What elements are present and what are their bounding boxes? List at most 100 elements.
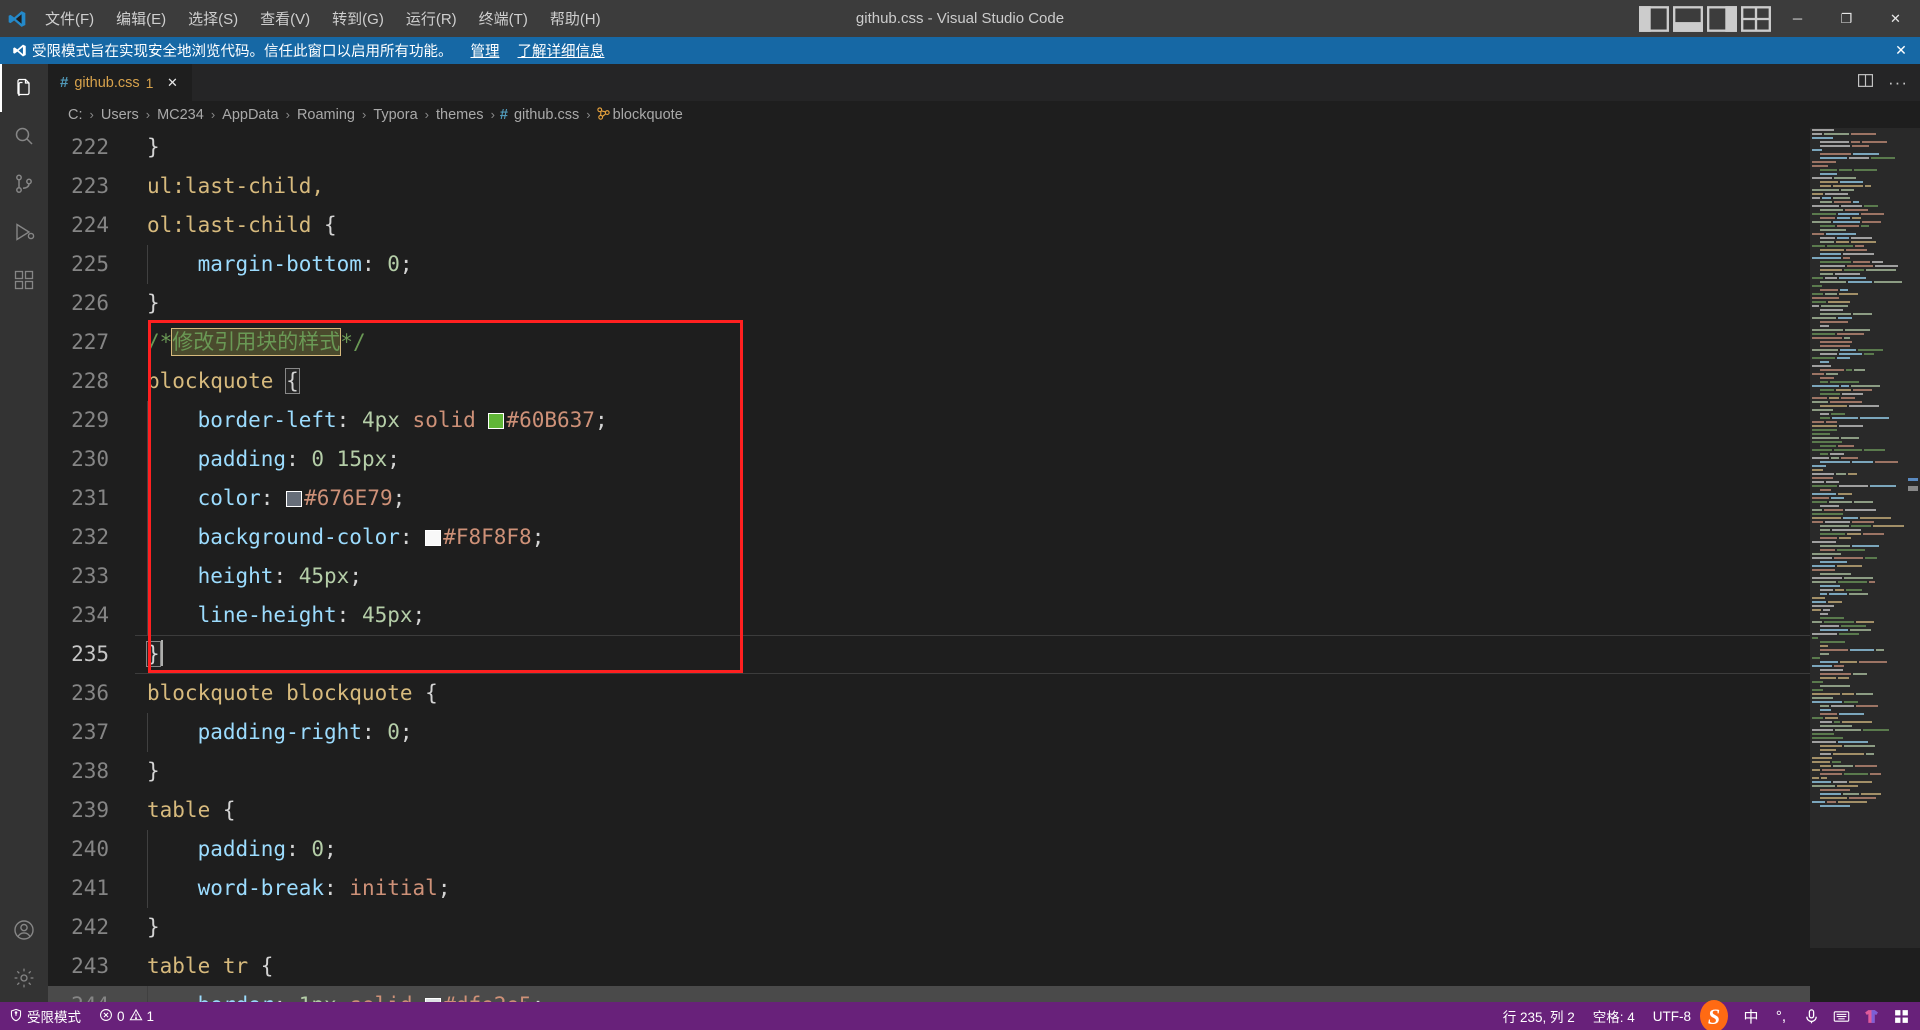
breadcrumb-item-0[interactable]: C: xyxy=(66,107,85,123)
menu-terminal[interactable]: 终端(T) xyxy=(468,0,539,37)
code-line[interactable]: 230 padding: 0 15px; xyxy=(48,440,1810,479)
code-text[interactable]: height: 45px; xyxy=(135,557,362,596)
breadcrumb-item-4[interactable]: Roaming xyxy=(295,107,357,123)
color-swatch[interactable] xyxy=(488,413,505,429)
code-line[interactable]: 234 line-height: 45px; xyxy=(48,596,1810,635)
code-line[interactable]: 241 word-break: initial; xyxy=(48,869,1810,908)
code-text[interactable]: color: #676E79; xyxy=(135,479,406,518)
minimize-button[interactable]: ─ xyxy=(1773,0,1822,37)
customize-layout-icon[interactable] xyxy=(1739,0,1773,37)
ime-apps-icon[interactable] xyxy=(1886,1002,1916,1030)
gear-icon[interactable] xyxy=(0,954,48,1002)
code-text[interactable]: } xyxy=(135,128,160,167)
ime-punctuation-toggle[interactable]: °, xyxy=(1766,1002,1796,1030)
code-text[interactable]: ol:last-child { xyxy=(135,206,337,245)
code-line[interactable]: 242} xyxy=(48,908,1810,947)
code-line[interactable]: 239 table { xyxy=(48,791,1810,830)
toggle-panel-icon[interactable] xyxy=(1671,0,1705,37)
code-line[interactable]: 236 blockquote blockquote { xyxy=(48,674,1810,713)
code-text[interactable]: blockquote { xyxy=(135,362,300,401)
code-text[interactable]: margin-bottom: 0; xyxy=(135,245,413,284)
code-line[interactable]: 228 blockquote { xyxy=(48,362,1810,401)
code-lines[interactable]: 222} 223 ul:last-child, 224 ol:last-child {2… xyxy=(48,128,1810,1002)
breadcrumb-item-1[interactable]: Users xyxy=(99,107,141,123)
code-line[interactable]: 243 table tr { xyxy=(48,947,1810,986)
ime-language-toggle[interactable]: 中 xyxy=(1736,1002,1766,1030)
menu-help[interactable]: 帮助(H) xyxy=(539,0,612,37)
menu-file[interactable]: 文件(F) xyxy=(34,0,105,37)
code-line[interactable]: 229 border-left: 4px solid #60B637; xyxy=(48,401,1810,440)
sidebar-item-run-debug[interactable] xyxy=(0,208,48,256)
menu-bar[interactable]: 文件(F) 编辑(E) 选择(S) 查看(V) 转到(G) 运行(R) 终端(T… xyxy=(34,0,612,37)
split-editor-icon[interactable] xyxy=(1857,72,1874,94)
code-text[interactable]: blockquote blockquote { xyxy=(135,674,438,713)
more-actions-icon[interactable]: ··· xyxy=(1888,74,1908,91)
code-line[interactable]: 231 color: #676E79; xyxy=(48,479,1810,518)
menu-go[interactable]: 转到(G) xyxy=(321,0,395,37)
code-text[interactable]: border-left: 4px solid #60B637; xyxy=(135,401,608,440)
menu-run[interactable]: 运行(R) xyxy=(395,0,468,37)
sidebar-item-extensions[interactable] xyxy=(0,256,48,304)
close-button[interactable]: ✕ xyxy=(1871,0,1920,37)
code-text[interactable]: padding: 0 15px; xyxy=(135,440,400,479)
code-text[interactable]: background-color: #F8F8F8; xyxy=(135,518,545,557)
status-restricted-mode[interactable]: 受限模式 xyxy=(0,1002,90,1030)
code-text[interactable]: } xyxy=(135,635,163,674)
banner-manage-link[interactable]: 管理 xyxy=(471,40,500,61)
breadcrumb-symbol[interactable]: blockquote xyxy=(611,107,685,123)
toggle-secondary-sidebar-icon[interactable] xyxy=(1705,0,1739,37)
code-text[interactable]: } xyxy=(135,284,160,323)
editor-vertical-scrollbar[interactable] xyxy=(1796,128,1810,1002)
accounts-icon[interactable] xyxy=(0,906,48,954)
menu-edit[interactable]: 编辑(E) xyxy=(105,0,177,37)
code-line[interactable]: 244 border: 1px solid #dfe2e5; xyxy=(48,986,1810,1002)
color-swatch[interactable] xyxy=(425,530,442,546)
code-line[interactable]: 235} xyxy=(48,635,1810,674)
color-swatch[interactable] xyxy=(425,998,442,1002)
breadcrumb-item-6[interactable]: themes xyxy=(434,107,486,123)
code-line[interactable]: 238} xyxy=(48,752,1810,791)
menu-view[interactable]: 查看(V) xyxy=(249,0,321,37)
tab-close-icon[interactable]: ✕ xyxy=(164,75,180,91)
toggle-primary-sidebar-icon[interactable] xyxy=(1637,0,1671,37)
code-text[interactable]: ul:last-child, xyxy=(135,167,324,206)
code-line[interactable]: 233 height: 45px; xyxy=(48,557,1810,596)
code-text[interactable]: line-height: 45px; xyxy=(135,596,426,635)
code-editor[interactable]: 222} 223 ul:last-child, 224 ol:last-child {2… xyxy=(48,128,1920,1002)
ime-skin-icon[interactable] xyxy=(1856,1002,1886,1030)
code-text[interactable]: padding-right: 0; xyxy=(135,713,413,752)
minimap-slider[interactable] xyxy=(1810,128,1920,948)
breadcrumb-file[interactable]: github.css xyxy=(512,107,581,123)
code-line[interactable]: 222} xyxy=(48,128,1810,167)
status-cursor-position[interactable]: 行 235, 列 2 xyxy=(1494,1002,1584,1030)
menu-selection[interactable]: 选择(S) xyxy=(177,0,249,37)
code-line[interactable]: 232 background-color: #F8F8F8; xyxy=(48,518,1810,557)
microphone-icon[interactable] xyxy=(1796,1002,1826,1030)
keyboard-icon[interactable] xyxy=(1826,1002,1856,1030)
banner-learn-more-link[interactable]: 了解详细信息 xyxy=(518,40,605,61)
minimap[interactable] xyxy=(1810,128,1920,1002)
banner-close-icon[interactable]: ✕ xyxy=(1892,42,1910,60)
sidebar-item-source-control[interactable] xyxy=(0,160,48,208)
code-line[interactable]: 223 ul:last-child, xyxy=(48,167,1810,206)
breadcrumb-item-3[interactable]: AppData xyxy=(220,107,280,123)
sidebar-item-explorer[interactable] xyxy=(0,64,48,112)
code-line[interactable]: 225 margin-bottom: 0; xyxy=(48,245,1810,284)
code-line[interactable]: 226} xyxy=(48,284,1810,323)
code-text[interactable]: word-break: initial; xyxy=(135,869,451,908)
code-text[interactable]: padding: 0; xyxy=(135,830,337,869)
code-text[interactable]: table tr { xyxy=(135,947,273,986)
code-text[interactable]: /*修改引用块的样式*/ xyxy=(135,323,366,362)
status-encoding[interactable]: UTF-8 xyxy=(1644,1002,1700,1030)
code-text[interactable]: border: 1px solid #dfe2e5; xyxy=(135,986,544,1002)
code-text[interactable]: table { xyxy=(135,791,236,830)
tab-github-css[interactable]: # github.css 1 ✕ xyxy=(48,64,194,101)
code-text[interactable]: } xyxy=(135,752,160,791)
code-text[interactable]: } xyxy=(135,908,160,947)
maximize-button[interactable]: ❐ xyxy=(1822,0,1871,37)
sogou-ime-logo-icon[interactable]: S xyxy=(1694,996,1734,1030)
breadcrumb-item-5[interactable]: Typora xyxy=(371,107,419,123)
code-line[interactable]: 224 ol:last-child { xyxy=(48,206,1810,245)
sidebar-item-search[interactable] xyxy=(0,112,48,160)
status-problems[interactable]: 0 1 xyxy=(90,1002,163,1030)
